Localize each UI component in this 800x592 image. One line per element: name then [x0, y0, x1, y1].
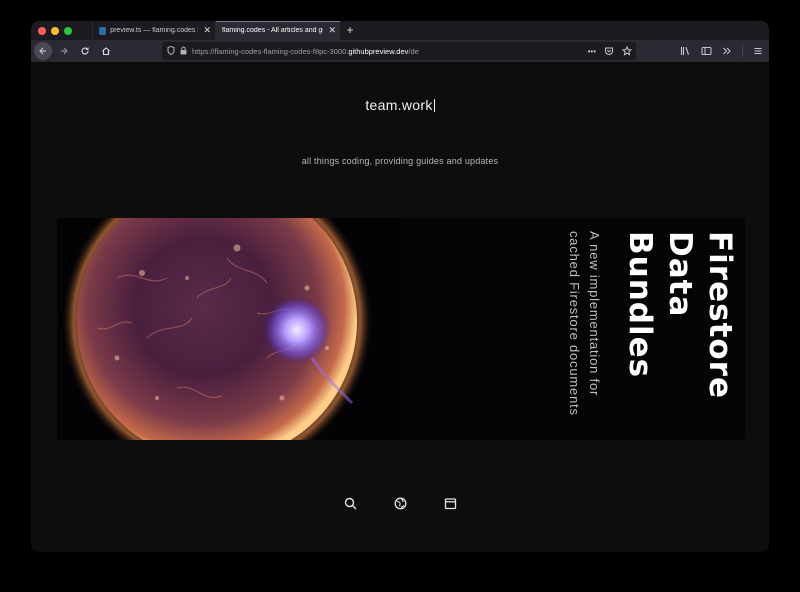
sidebar-icon[interactable]	[701, 46, 712, 56]
page-content: team.work all things coding, providing g…	[31, 63, 769, 552]
pocket-icon[interactable]	[604, 46, 614, 56]
zoom-window-button[interactable]	[64, 26, 72, 35]
close-window-button[interactable]	[38, 26, 46, 35]
archive-icon[interactable]	[443, 496, 457, 510]
back-button[interactable]	[34, 42, 52, 60]
search-icon[interactable]	[343, 496, 357, 510]
lock-icon[interactable]	[177, 46, 189, 57]
url-path: /de	[408, 46, 419, 56]
tab-flaming-codes[interactable]: flaming.codes - All articles and guid ✕	[215, 21, 340, 40]
bookmark-star-icon[interactable]	[622, 46, 632, 56]
browser-window: preview.ts — flaming.codes [Co ✕ flaming…	[31, 21, 769, 552]
toolbar-right	[680, 42, 763, 60]
tab-strip: preview.ts — flaming.codes [Co ✕ flaming…	[31, 21, 769, 40]
tracking-shield-icon[interactable]	[165, 45, 177, 57]
arrow-left-icon	[39, 47, 46, 55]
subtitle-line: A new implementation for	[587, 231, 602, 397]
library-icon[interactable]	[680, 46, 691, 56]
article-subtitle: A new implementation for cached Firestor…	[564, 231, 604, 416]
solar-flare-image	[57, 218, 400, 440]
url-prefix: https://flaming-codes-flaming-codes-f8pc…	[192, 46, 349, 56]
tab-title: flaming.codes - All articles and guid	[222, 27, 324, 34]
url-actions: •••	[588, 42, 632, 60]
article-card[interactable]: Firestore Data Bundles A new implementat…	[57, 218, 745, 440]
url-domain: githubpreview.dev	[348, 46, 409, 56]
site-tagline: all things coding, providing guides and …	[301, 156, 499, 166]
title-line: Data	[662, 231, 698, 318]
reload-icon	[81, 47, 89, 55]
toolbar-divider	[742, 45, 743, 57]
tab-title: preview.ts — flaming.codes [Co	[110, 27, 199, 34]
site-brand[interactable]: team.work	[31, 97, 769, 113]
hamburger-menu-icon[interactable]	[753, 46, 763, 56]
text-caret	[433, 99, 435, 112]
url-text: https://flaming-codes-flaming-codes-f8pc…	[192, 47, 419, 56]
home-icon	[102, 47, 110, 56]
close-tab-icon[interactable]: ✕	[328, 26, 336, 35]
page-actions-more-icon[interactable]: •••	[588, 47, 596, 56]
vscode-favicon-icon	[99, 26, 107, 35]
subtitle-line: cached Firestore documents	[567, 231, 582, 416]
home-button[interactable]	[97, 42, 115, 60]
forward-button[interactable]	[55, 42, 73, 60]
reload-button[interactable]	[76, 42, 94, 60]
globe-icon[interactable]	[393, 496, 407, 510]
bottom-nav	[31, 496, 769, 510]
close-tab-icon[interactable]: ✕	[203, 26, 211, 35]
title-line: Bundles	[622, 231, 658, 379]
window-controls	[31, 21, 92, 40]
arrow-right-icon	[61, 47, 68, 55]
minimize-window-button[interactable]	[51, 26, 59, 35]
brand-text: team.work	[365, 97, 433, 113]
title-line: Firestore	[702, 231, 738, 399]
address-bar[interactable]: https://flaming-codes-flaming-codes-f8pc…	[162, 42, 636, 60]
tab-preview[interactable]: preview.ts — flaming.codes [Co ✕	[92, 21, 215, 40]
overflow-chevrons-icon[interactable]	[722, 46, 732, 56]
new-tab-button[interactable]: +	[340, 21, 360, 40]
navigation-bar: https://flaming-codes-flaming-codes-f8pc…	[31, 40, 769, 63]
article-title: Firestore Data Bundles	[620, 231, 740, 399]
